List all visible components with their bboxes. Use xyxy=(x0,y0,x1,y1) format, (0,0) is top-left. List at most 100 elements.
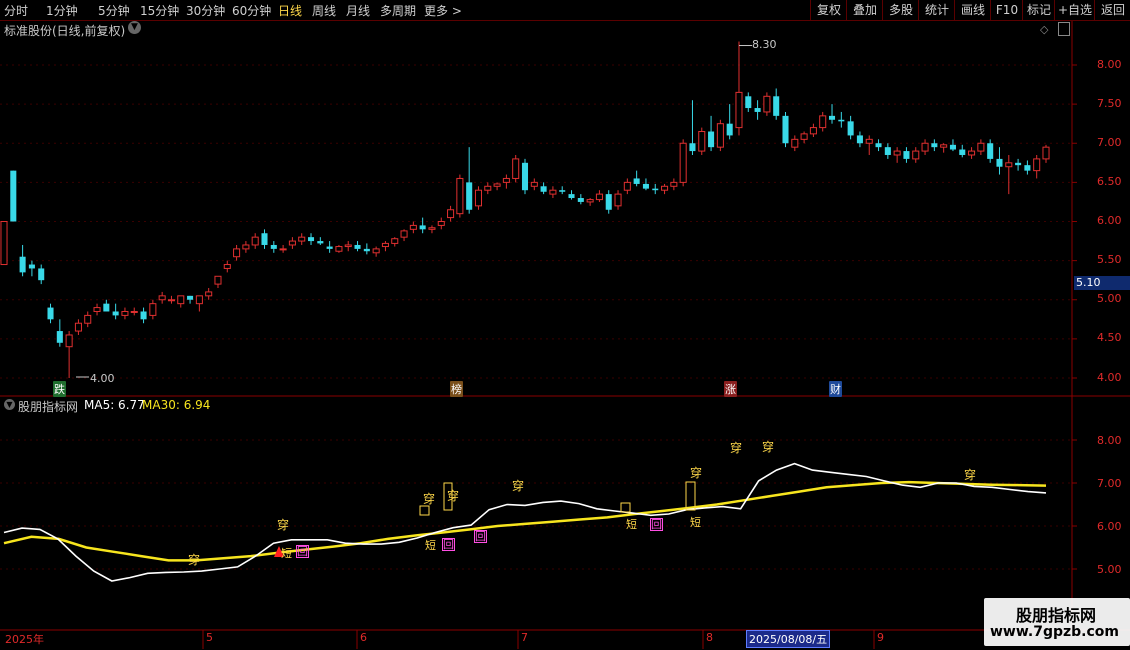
add-watchlist-button[interactable]: +自选 xyxy=(1054,0,1095,20)
watermark-title: 股朋指标网 xyxy=(1016,606,1097,625)
candle-body xyxy=(10,170,17,222)
candle-body xyxy=(381,242,389,248)
price-markers xyxy=(76,45,752,378)
period-tab-fenshi[interactable]: 分时 xyxy=(4,2,28,19)
candle-body xyxy=(28,264,35,269)
multi-stock-button[interactable]: 多股 xyxy=(882,0,919,20)
x-axis-label: 7 xyxy=(521,631,528,644)
candle-body xyxy=(84,314,92,324)
back-button[interactable]: 返回 xyxy=(1094,0,1130,20)
period-tab-1min[interactable]: 1分钟 xyxy=(46,2,78,19)
candle-body xyxy=(38,268,45,281)
period-tab-multi[interactable]: 多周期 xyxy=(380,2,416,19)
candle-body xyxy=(791,138,799,148)
price-grid xyxy=(0,64,1077,570)
draw-line-button[interactable]: 画线 xyxy=(954,0,991,20)
signal-hui: 回 xyxy=(296,545,309,558)
candle-body xyxy=(754,108,761,112)
price-tick: 8.00 xyxy=(1097,58,1122,71)
high-price-marker: 8.30 xyxy=(752,38,777,51)
watermark-url: www.7gpzb.com xyxy=(990,624,1120,640)
signal-duan: 短 xyxy=(690,516,701,529)
period-tab-daily[interactable]: 日线 xyxy=(278,2,302,19)
price-tick: 7.50 xyxy=(1097,97,1122,110)
mark-button[interactable]: 标记 xyxy=(1022,0,1055,20)
candle-body xyxy=(279,248,287,251)
chevron-down-icon[interactable]: ▼ xyxy=(4,399,15,410)
candle-body xyxy=(242,244,250,250)
candle-body xyxy=(56,331,63,343)
candle-body xyxy=(419,225,426,230)
low-price-marker: 4.00 xyxy=(90,372,115,385)
candle-body xyxy=(968,150,976,156)
candle-body xyxy=(112,311,119,316)
candle-body xyxy=(372,248,380,254)
candle-body xyxy=(875,143,882,148)
signal-hui: 回 xyxy=(474,530,487,543)
candle-body xyxy=(921,142,929,152)
candle-body xyxy=(1033,158,1041,172)
chevron-down-icon[interactable]: ▼ xyxy=(128,21,141,34)
signal-chuan: 穿 xyxy=(730,441,743,455)
f10-button[interactable]: F10 xyxy=(990,0,1023,20)
candle-body xyxy=(251,236,259,246)
event-marker-zhang[interactable]: 涨 xyxy=(724,381,737,397)
candle-body xyxy=(65,334,73,348)
period-tab-more[interactable]: 更多 > xyxy=(424,2,462,19)
candle-body xyxy=(233,248,241,258)
x-axis-label: 2025年 xyxy=(5,633,44,646)
indicator-name: 股朋指标网 xyxy=(18,400,79,414)
indicator-tick: 7.00 xyxy=(1097,477,1122,490)
candle-body xyxy=(474,189,483,207)
candle-body xyxy=(745,96,752,109)
period-tab-30min[interactable]: 30分钟 xyxy=(186,2,225,19)
period-tab-60min[interactable]: 60分钟 xyxy=(232,2,271,19)
chart-canvas[interactable] xyxy=(0,21,1130,650)
candle-body xyxy=(391,238,399,244)
event-marker-bang[interactable]: 榜 xyxy=(450,381,463,397)
stock-title: 标准股份(日线,前复权) xyxy=(4,24,126,38)
candle-body xyxy=(577,198,584,202)
diamond-icon[interactable]: ◇ xyxy=(1040,23,1048,36)
overlay-button[interactable]: 叠加 xyxy=(846,0,883,20)
signal-duan: 短 xyxy=(425,539,436,552)
candlestick-series xyxy=(0,41,1050,378)
candle-body xyxy=(344,244,352,248)
candle-body xyxy=(763,95,771,113)
candle-body xyxy=(773,96,780,116)
candle-body xyxy=(959,149,966,155)
candle-body xyxy=(996,158,1003,167)
candle-body xyxy=(177,295,185,305)
candle-body xyxy=(428,227,436,230)
candle-body xyxy=(614,193,622,207)
period-tab-weekly[interactable]: 周线 xyxy=(312,2,336,19)
candle-body xyxy=(195,295,203,305)
window-toggle-icon[interactable] xyxy=(1058,22,1070,36)
candle-body xyxy=(903,151,910,159)
event-marker-cai[interactable]: 财 xyxy=(829,381,842,397)
candle-body xyxy=(679,142,687,183)
signal-hui: 回 xyxy=(442,538,455,551)
candle-body xyxy=(856,135,863,144)
candle-body xyxy=(223,264,231,269)
candle-body xyxy=(838,119,845,122)
fuquan-button[interactable]: 复权 xyxy=(810,0,847,20)
candle-body xyxy=(977,142,985,152)
candle-body xyxy=(893,150,901,156)
candle-body xyxy=(270,244,277,249)
signal-chuan: 穿 xyxy=(423,492,436,506)
period-tab-15min[interactable]: 15分钟 xyxy=(140,2,179,19)
candle-body xyxy=(1015,162,1022,166)
x-axis-label: 5 xyxy=(206,631,213,644)
candle-body xyxy=(586,199,594,203)
price-tick: 7.00 xyxy=(1097,136,1122,149)
period-tab-5min[interactable]: 5分钟 xyxy=(98,2,130,19)
candle-body xyxy=(400,230,408,238)
candle-body xyxy=(1024,165,1031,171)
candle-body xyxy=(661,185,669,191)
period-tab-monthly[interactable]: 月线 xyxy=(346,2,370,19)
event-marker-die[interactable]: 跌 xyxy=(53,381,66,397)
candle-body xyxy=(884,147,891,155)
price-tick: 6.00 xyxy=(1097,214,1122,227)
statistics-button[interactable]: 统计 xyxy=(918,0,955,20)
